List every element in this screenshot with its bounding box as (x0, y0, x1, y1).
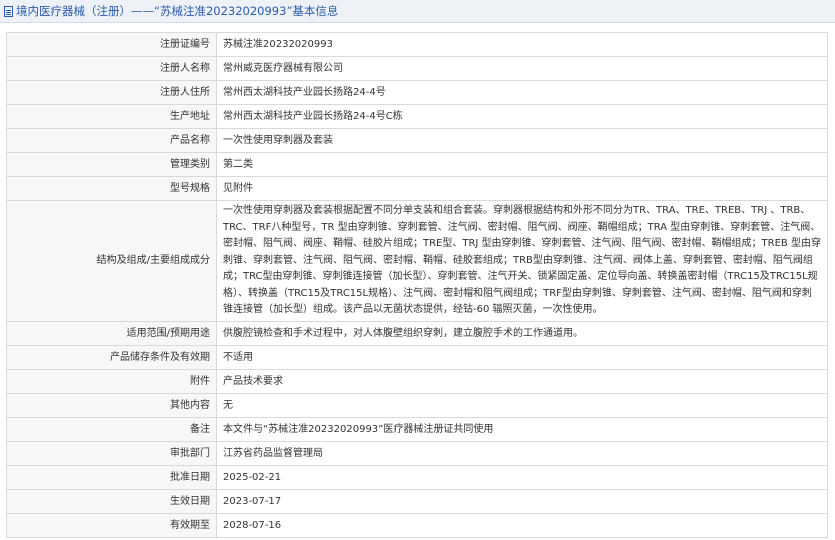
row-label: 生产地址 (6, 104, 217, 129)
table-row: 生效日期 2023-07-17 (6, 488, 828, 514)
row-value: 本文件与“苏械注准20232020993”医疗器械注册证共同使用 (216, 416, 828, 442)
row-label: 备注 (6, 416, 217, 442)
row-value: 江苏省药品监督管理局 (216, 440, 828, 466)
row-value: 产品技术要求 (216, 368, 828, 394)
row-value: 一次性使用穿刺器及套装根据配置不同分单支装和组合套装。穿刺器根据结构和外形不同分… (216, 200, 828, 322)
row-label: 注册人住所 (6, 80, 217, 105)
row-value: 常州西太湖科技产业园长扬路24-4号 (216, 80, 828, 105)
row-value: 无 (216, 392, 828, 418)
row-label: 适用范围/预期用途 (6, 320, 217, 346)
row-label: 型号规格 (6, 176, 217, 201)
table-row: 附件 产品技术要求 (6, 368, 828, 394)
row-label: 批准日期 (6, 464, 217, 490)
table-row: 生产地址 常州西太湖科技产业园长扬路24-4号C栋 (6, 104, 828, 129)
row-label: 产品名称 (6, 128, 217, 153)
detail-table: 注册证编号 苏械注准20232020993 注册人名称 常州威克医疗器械有限公司 注… (6, 32, 828, 538)
row-label: 有效期至 (6, 512, 217, 538)
table-row: 有效期至 2028-07-16 (6, 512, 828, 538)
table-row: 备注 本文件与“苏械注准20232020993”医疗器械注册证共同使用 (6, 416, 828, 442)
row-value: 2025-02-21 (216, 464, 828, 490)
row-label: 附件 (6, 368, 217, 394)
table-row: 产品储存条件及有效期 不适用 (6, 344, 828, 370)
row-value: 见附件 (216, 176, 828, 201)
row-value: 常州威克医疗器械有限公司 (216, 56, 828, 81)
table-row: 审批部门 江苏省药品监督管理局 (6, 440, 828, 466)
document-icon (4, 5, 13, 17)
row-value: 2028-07-16 (216, 512, 828, 538)
row-label: 生效日期 (6, 488, 217, 514)
page-header: 境内医疗器械（注册） —— “苏械注准20232020993”基本信息 (0, 0, 835, 23)
table-row: 管理类别 第二类 (6, 152, 828, 177)
row-value: 一次性使用穿刺器及套装 (216, 128, 828, 153)
row-label: 管理类别 (6, 152, 217, 177)
header-prefix: 境内医疗器械（注册） (16, 4, 131, 18)
table-row: 注册证编号 苏械注准20232020993 (6, 32, 828, 57)
row-label: 结构及组成/主要组成成分 (6, 200, 217, 322)
table-row: 型号规格 见附件 (6, 176, 828, 201)
row-label: 注册人名称 (6, 56, 217, 81)
table-row: 其他内容无 (6, 392, 828, 418)
row-value: 第二类 (216, 152, 828, 177)
row-label: 审批部门 (6, 440, 217, 466)
row-value: 供腹腔镜检查和手术过程中，对人体腹壁组织穿刺，建立腹腔手术的工作通道用。 (216, 320, 828, 346)
row-label: 产品储存条件及有效期 (6, 344, 217, 370)
row-label: 其他内容 (6, 392, 217, 418)
table-row: 产品名称 一次性使用穿刺器及套装 (6, 128, 828, 153)
table-row: 注册人住所 常州西太湖科技产业园长扬路24-4号 (6, 80, 828, 105)
header-title: “苏械注准20232020993”基本信息 (154, 4, 339, 18)
table-row: 适用范围/预期用途 供腹腔镜检查和手术过程中，对人体腹壁组织穿刺，建立腹腔手术的工… (6, 320, 828, 346)
table-row: 注册人名称 常州威克医疗器械有限公司 (6, 56, 828, 81)
table-row: 批准日期 2025-02-21 (6, 464, 828, 490)
row-label: 注册证编号 (6, 32, 217, 57)
table-row: 结构及组成/主要组成成分 一次性使用穿刺器及套装根据配置不同分单支装和组合套装。穿… (6, 200, 828, 322)
row-value: 苏械注准20232020993 (216, 32, 828, 57)
row-value: 常州西太湖科技产业园长扬路24-4号C栋 (216, 104, 828, 129)
row-value: 不适用 (216, 344, 828, 370)
header-separator: —— (131, 4, 154, 18)
row-value: 2023-07-17 (216, 488, 828, 514)
